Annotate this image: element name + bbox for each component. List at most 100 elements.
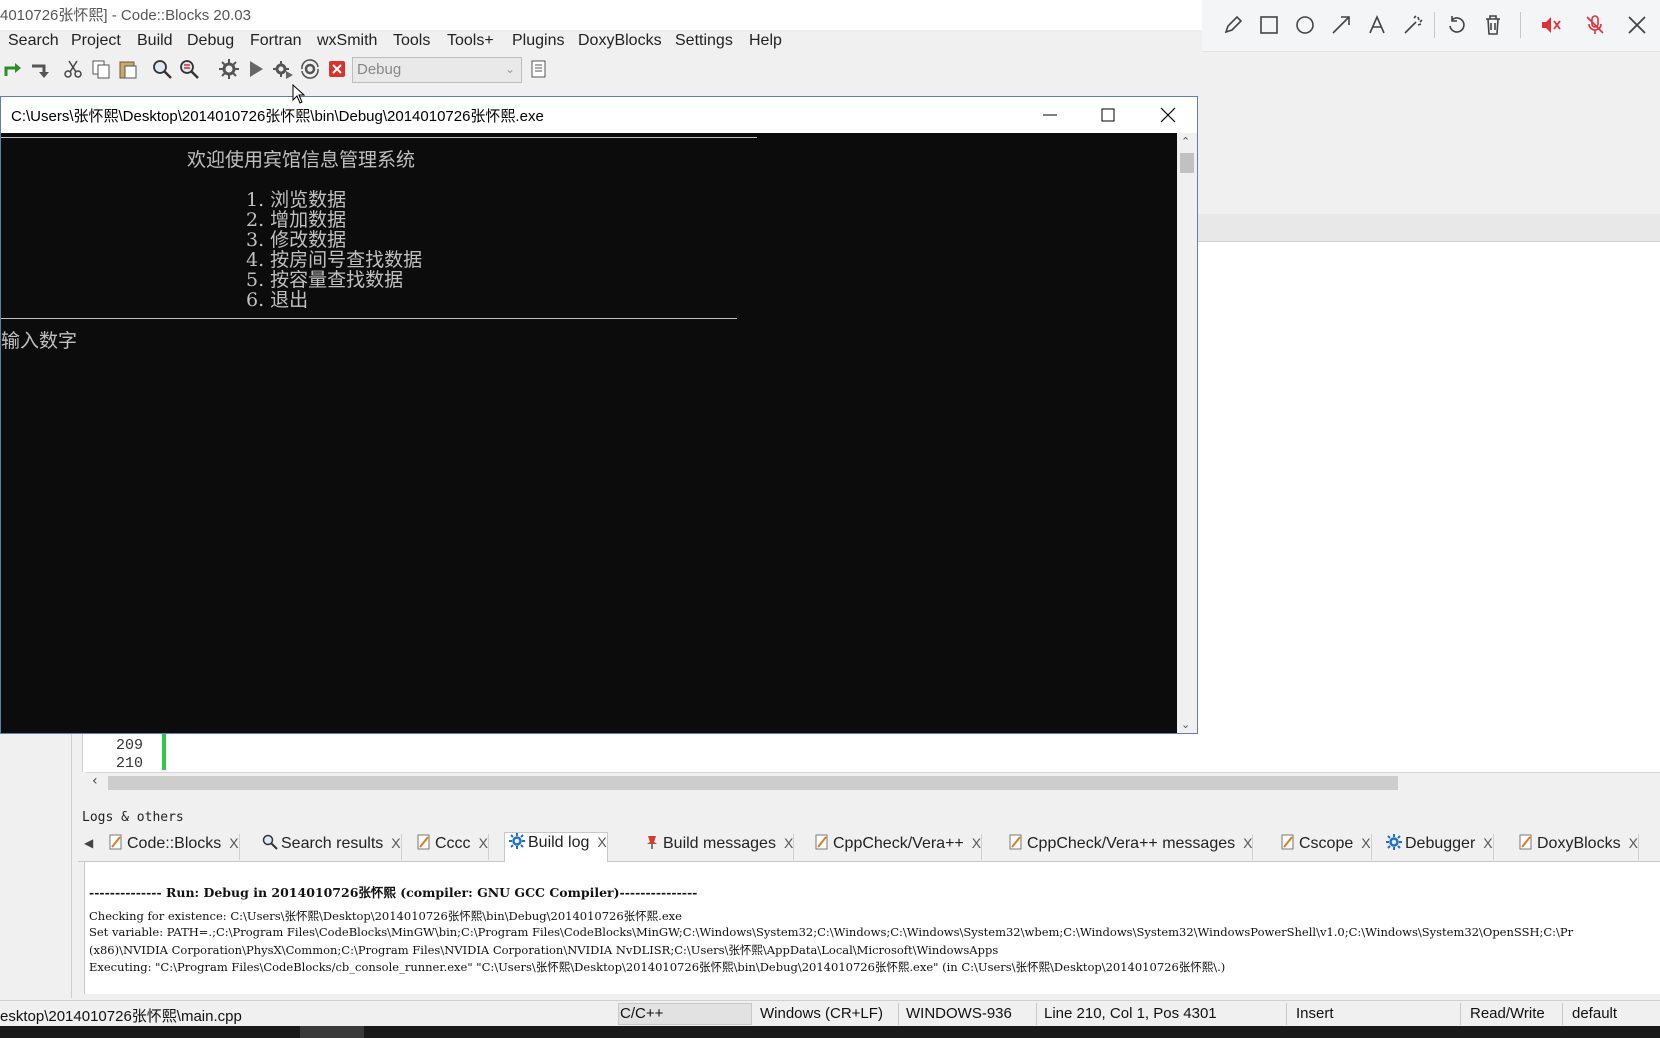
find-icon[interactable]	[151, 58, 173, 80]
tab-close-button[interactable]: X	[1483, 835, 1492, 851]
scroll-left-icon[interactable]: ‹	[92, 773, 98, 789]
tab-close-button[interactable]: X	[972, 835, 981, 851]
tab-cccc[interactable]: Cccc X	[412, 834, 489, 860]
abort-icon[interactable]	[326, 58, 348, 80]
build-and-run-icon[interactable]	[272, 58, 294, 80]
menu-help[interactable]: Help	[749, 32, 782, 50]
redo-icon[interactable]	[2, 58, 24, 80]
cut-icon[interactable]	[62, 58, 84, 80]
undo-icon[interactable]	[28, 58, 50, 80]
build-target-select[interactable]: Debug ⌄	[352, 57, 522, 83]
tab-close-button[interactable]: X	[391, 835, 400, 851]
menu-bar: Search Project Build Debug Fortran wxSmi…	[0, 30, 1202, 54]
status-position: Line 210, Col 1, Pos 4301	[1044, 1005, 1217, 1022]
taskbar-strip	[0, 1026, 1660, 1038]
tab-close-button[interactable]: X	[1361, 835, 1370, 851]
console-menu-item: 3. 修改数据	[246, 229, 347, 251]
console-menu-item: 5. 按容量查找数据	[246, 269, 404, 291]
arrow-icon[interactable]	[1330, 14, 1352, 36]
menu-tools[interactable]: Tools	[393, 32, 430, 50]
speaker-muted-icon[interactable]	[1540, 14, 1562, 36]
tab-build-messages[interactable]: Build messages X	[640, 834, 795, 860]
scrollbar-thumb[interactable]	[1180, 153, 1194, 173]
trash-icon[interactable]	[1482, 14, 1504, 36]
line-number: 209	[116, 737, 144, 754]
magic-wand-icon[interactable]	[1402, 14, 1424, 36]
tab-label: Cscope	[1299, 835, 1354, 852]
tab-cppcheck-vera[interactable]: CppCheck/Vera++ X	[810, 834, 983, 860]
status-access: Read/Write	[1470, 1005, 1545, 1022]
tab-scroll-left-icon[interactable]: ◀	[84, 836, 93, 850]
menu-fortran[interactable]: Fortran	[250, 32, 302, 50]
log-line: Executing: "C:\Program Files\CodeBlocks/…	[89, 960, 1226, 974]
rectangle-icon[interactable]	[1258, 14, 1280, 36]
tab-search-results[interactable]: Search results X	[258, 834, 402, 860]
undo-icon[interactable]	[1446, 14, 1468, 36]
tab-cscope[interactable]: Cscope X	[1276, 834, 1372, 860]
mic-muted-icon[interactable]	[1584, 14, 1606, 36]
menu-build[interactable]: Build	[137, 32, 173, 50]
tab-label: Build messages	[663, 835, 776, 852]
tab-debugger[interactable]: Debugger X	[1382, 834, 1494, 860]
tab-build-log[interactable]: Build log X	[504, 832, 608, 862]
target-options-icon[interactable]	[528, 58, 550, 80]
tab-close-button[interactable]: X	[784, 835, 793, 851]
tab-close-button[interactable]: X	[1629, 835, 1638, 851]
console-title-bar: C:\Users\张怀熙\Desktop\2014010726张怀熙\bin\D…	[1, 97, 1197, 133]
copy-icon[interactable]	[90, 58, 112, 80]
pencil-doc-icon	[815, 834, 828, 850]
scrollbar-thumb[interactable]	[108, 776, 1398, 790]
console-menu-item: 4. 按房间号查找数据	[246, 249, 423, 271]
status-bar: esktop\2014010726张怀熙\main.cpp C/C++ Wind…	[0, 1000, 1660, 1026]
scroll-down-icon[interactable]: ⌄	[1181, 718, 1190, 731]
menu-project[interactable]: Project	[71, 32, 121, 50]
tab-label: Build log	[528, 834, 590, 851]
close-icon[interactable]	[1626, 14, 1648, 36]
console-vertical-scrollbar[interactable]: ⌃ ⌄	[1177, 133, 1197, 733]
pencil-doc-icon	[1009, 834, 1022, 850]
editor-horizontal-scrollbar[interactable]: ‹	[86, 772, 1660, 792]
menu-doxyblocks[interactable]: DoxyBlocks	[578, 32, 662, 50]
console-prompt: 输入数字	[1, 330, 78, 352]
tab-doxyblocks[interactable]: DoxyBlocks X	[1514, 834, 1639, 860]
build-log-output[interactable]: -------------- Run: Debug in 2014010726张…	[84, 862, 1660, 994]
tab-close-button[interactable]: X	[597, 834, 606, 850]
codeblocks-window: 4010726张怀熙] - Code::Blocks 20.03 Search …	[0, 0, 1660, 1038]
line-number: 210	[116, 755, 144, 772]
circle-icon[interactable]	[1294, 14, 1316, 36]
console-output[interactable]: 欢迎使用宾馆信息管理系统 1. 浏览数据 2. 增加数据 3. 修改数据 4. …	[1, 133, 1177, 733]
pencil-icon[interactable]	[1222, 14, 1244, 36]
menu-search[interactable]: Search	[8, 32, 59, 50]
text-icon[interactable]	[1366, 14, 1388, 36]
menu-plugins[interactable]: Plugins	[512, 32, 564, 50]
paste-icon[interactable]	[117, 58, 139, 80]
tab-label: Debugger	[1405, 835, 1476, 852]
tab-close-button[interactable]: X	[479, 835, 488, 851]
menu-debug[interactable]: Debug	[187, 32, 234, 50]
tab-close-button[interactable]: X	[229, 835, 238, 851]
close-button[interactable]	[1139, 97, 1197, 133]
scroll-up-icon[interactable]: ⌃	[1181, 135, 1190, 148]
mouse-cursor-icon	[292, 84, 306, 104]
menu-tools-plus[interactable]: Tools+	[447, 32, 494, 50]
log-line: Checking for existence: C:\Users\张怀熙\Des…	[89, 909, 682, 923]
rebuild-icon[interactable]	[299, 58, 321, 80]
pencil-doc-icon	[417, 834, 430, 850]
pencil-doc-icon	[1281, 834, 1294, 850]
replace-icon[interactable]	[178, 58, 200, 80]
search-icon	[262, 834, 278, 850]
maximize-button[interactable]	[1079, 97, 1137, 133]
tab-label: CppCheck/Vera++ messages	[1027, 835, 1236, 852]
tab-label: DoxyBlocks	[1537, 835, 1621, 852]
menu-wxsmith[interactable]: wxSmith	[317, 32, 377, 50]
editor-canvas[interactable]	[1196, 242, 1660, 772]
menu-settings[interactable]: Settings	[675, 32, 733, 50]
build-icon[interactable]	[218, 58, 240, 80]
tab-close-button[interactable]: X	[1243, 835, 1252, 851]
status-language: C/C++	[620, 1005, 664, 1022]
pencil-doc-icon	[1519, 834, 1532, 850]
run-icon[interactable]	[245, 58, 267, 80]
tab-codeblocks[interactable]: Code::Blocks X	[104, 834, 240, 860]
tab-cppcheck-vera-messages[interactable]: CppCheck/Vera++ messages X	[1004, 834, 1254, 860]
minimize-button[interactable]	[1021, 97, 1079, 133]
